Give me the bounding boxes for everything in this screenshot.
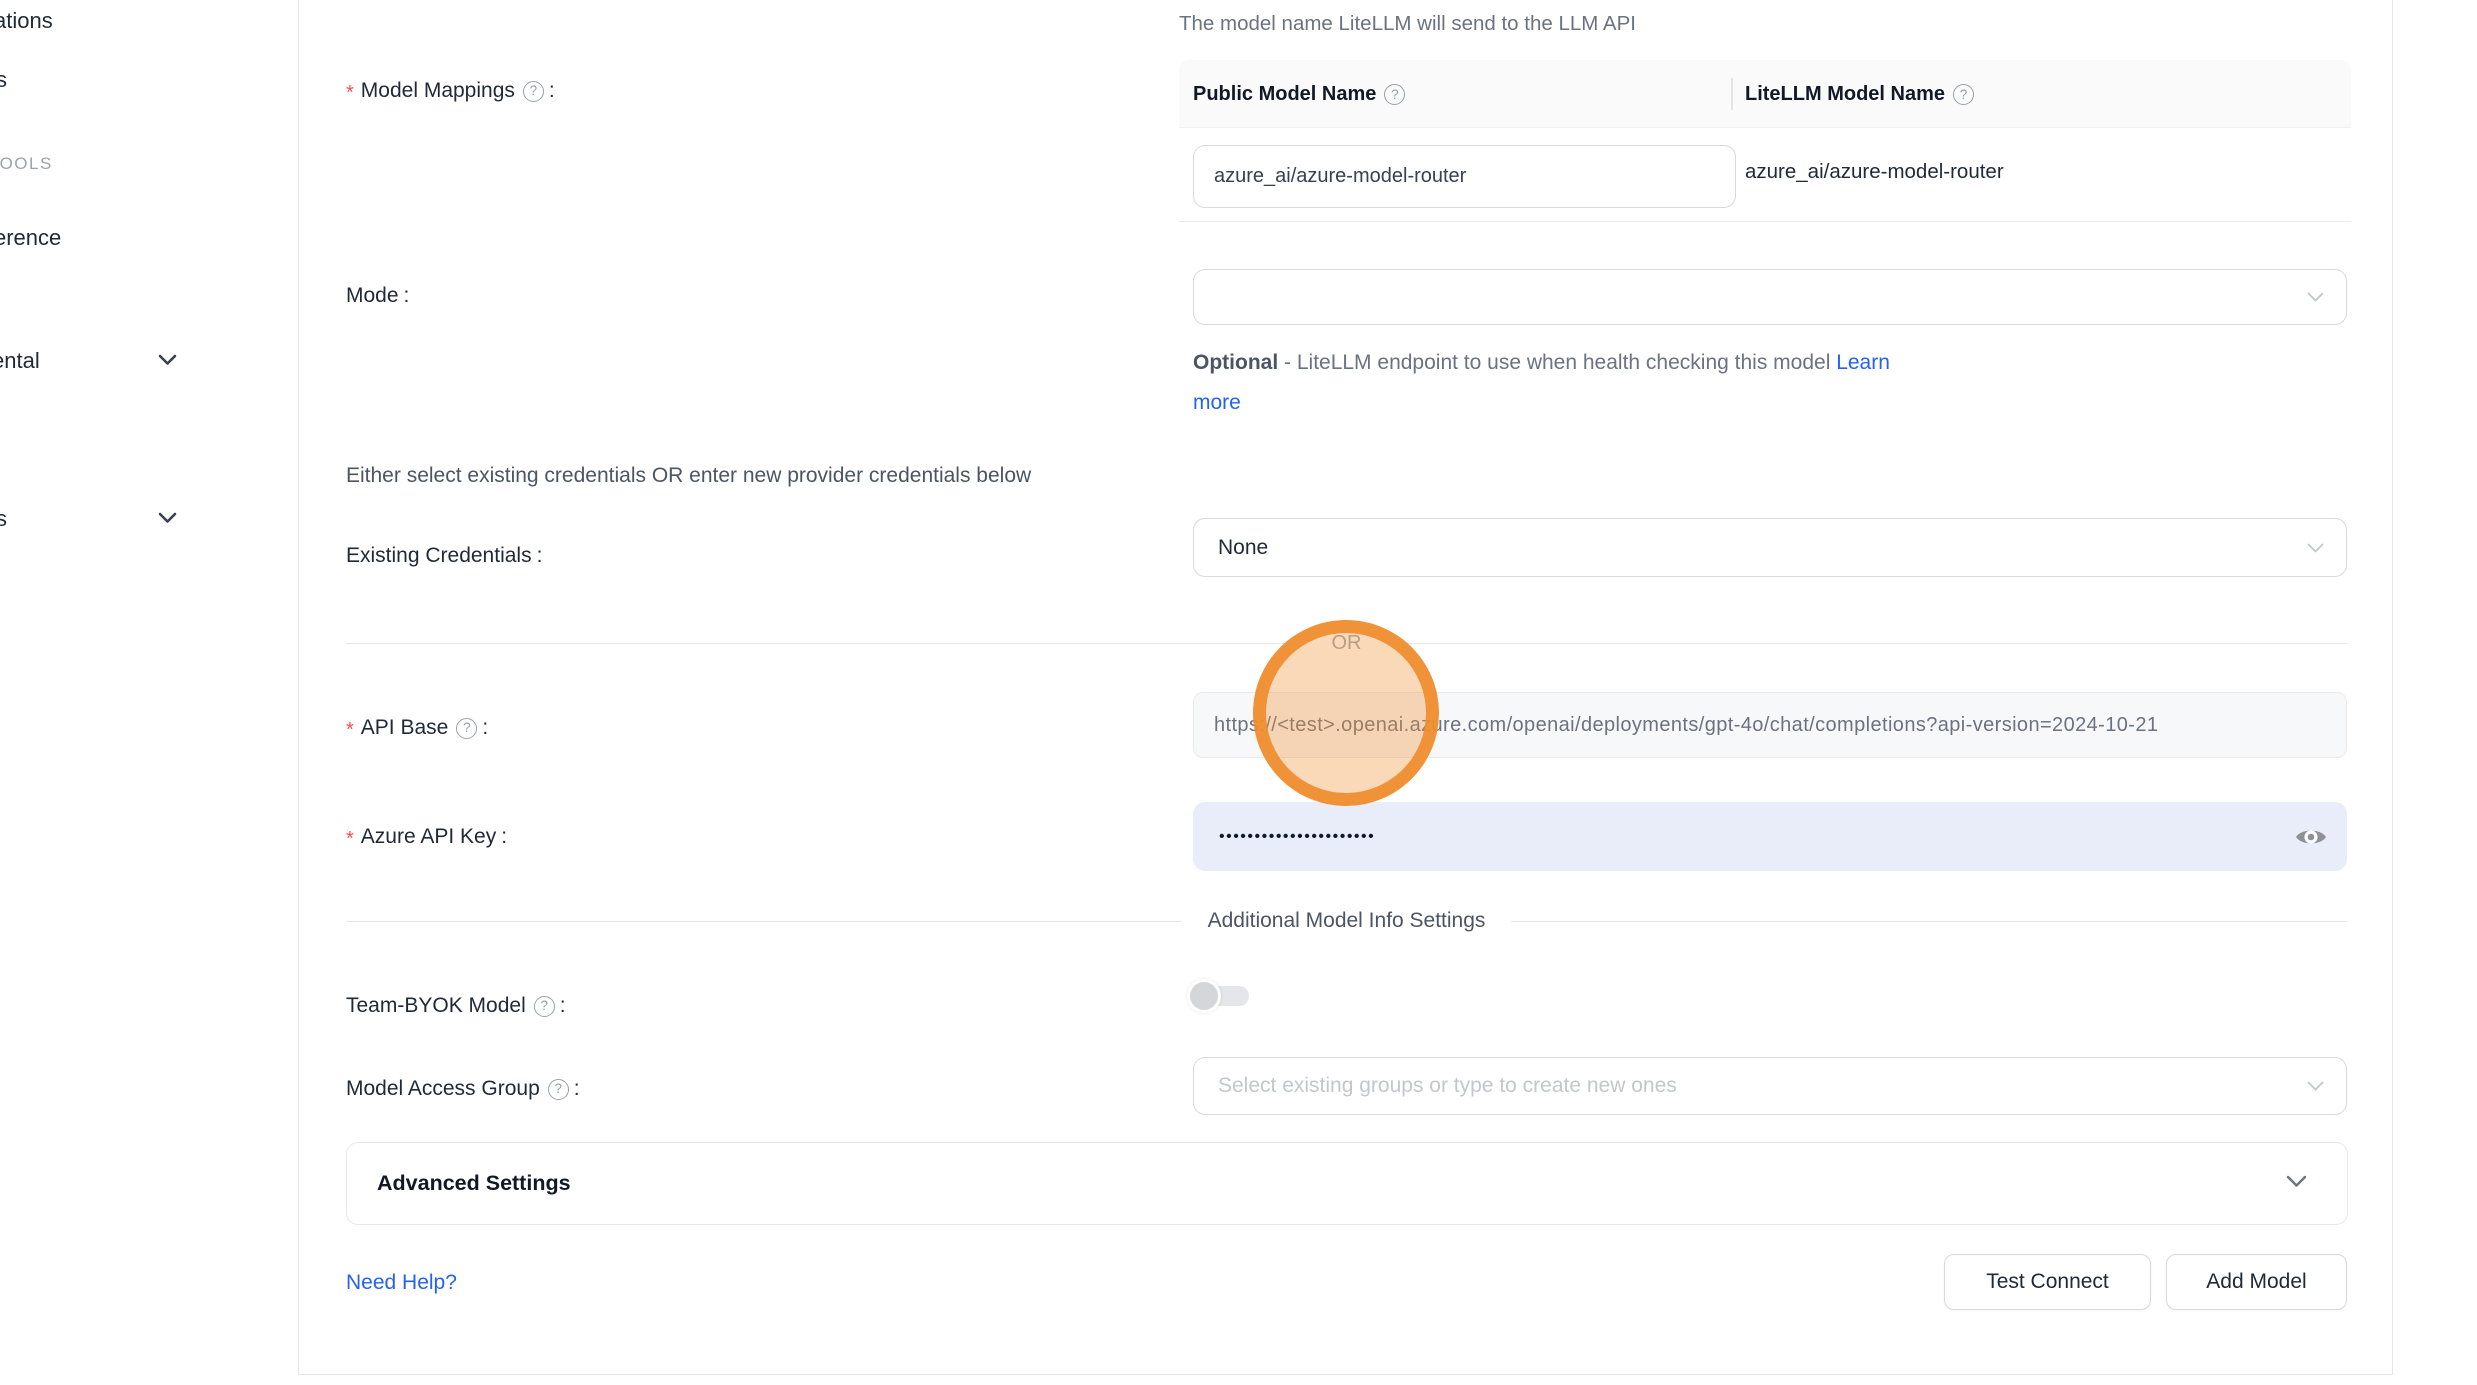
eye-icon[interactable] [2293, 824, 2329, 850]
label-colon: : [574, 1073, 580, 1105]
table-row: azure_ai/azure-model-router [1179, 128, 2351, 222]
advanced-settings-label: Advanced Settings [377, 1171, 571, 1196]
sidebar-item-experimental[interactable]: ental [0, 344, 40, 378]
api-base-value: https://<test>.openai.azure.com/openai/d… [1214, 714, 2158, 737]
select-placeholder: Select existing groups or type to create… [1218, 1074, 1677, 1098]
sidebar-item-label: ations [0, 8, 53, 33]
divider-line [346, 921, 1182, 922]
api-base-input[interactable]: https://<test>.openai.azure.com/openai/d… [1193, 692, 2347, 758]
learn-more-link[interactable]: Learn [1836, 351, 1890, 374]
mode-help-line2: more [1193, 388, 1241, 418]
header-text: LiteLLM Model Name [1745, 83, 1945, 106]
toggle-handle [1187, 979, 1221, 1013]
divider-line [346, 643, 1306, 644]
add-model-form: The model name LiteLLM will send to the … [298, 0, 2393, 1375]
label-text: Model Access Group [346, 1073, 540, 1105]
label-colon: : [482, 712, 488, 744]
model-access-group-label: Model Access Group ? : [346, 1073, 580, 1105]
chevron-down-icon [2307, 285, 2324, 309]
model-name-hint: The model name LiteLLM will send to the … [1179, 12, 1636, 36]
help-icon[interactable]: ? [456, 718, 477, 739]
or-divider: OR [346, 630, 2347, 656]
label-text: Model Mappings [361, 75, 515, 107]
divider-line [1511, 921, 2347, 922]
learn-more-link[interactable]: more [1193, 391, 1241, 414]
litellm-model-name-value: azure_ai/azure-model-router [1745, 160, 2004, 184]
help-text: - LiteLLM endpoint to use when health ch… [1284, 351, 1830, 374]
add-model-button[interactable]: Add Model [2166, 1254, 2347, 1310]
divider-text: Additional Model Info Settings [1182, 909, 1512, 933]
divider-line [1388, 643, 2348, 644]
chevron-down-icon [2307, 1074, 2324, 1098]
advanced-settings-panel[interactable]: Advanced Settings [346, 1142, 2348, 1225]
chevron-down-icon [2286, 1175, 2307, 1193]
help-icon[interactable]: ? [1953, 84, 1974, 105]
sidebar-item-settings[interactable]: s [0, 502, 7, 536]
or-text: OR [1306, 632, 1388, 655]
button-label: Add Model [2206, 1270, 2306, 1294]
need-help-link[interactable]: Need Help? [346, 1268, 457, 1298]
sidebar-section-tools: TOOLS [0, 151, 53, 177]
label-colon: : [404, 280, 410, 312]
required-marker: * [346, 823, 354, 855]
label-text: Azure API Key [361, 821, 496, 853]
help-icon[interactable]: ? [548, 1079, 569, 1100]
chevron-down-icon [2307, 536, 2324, 560]
test-connect-button[interactable]: Test Connect [1944, 1254, 2151, 1310]
mode-help-line1: Optional - LiteLLM endpoint to use when … [1193, 348, 1890, 378]
model-access-group-select[interactable]: Select existing groups or type to create… [1193, 1057, 2347, 1115]
table-header-row: Public Model Name ? LiteLLM Model Name ? [1179, 60, 2351, 128]
required-marker: * [346, 714, 354, 746]
required-marker: * [346, 77, 354, 109]
existing-credentials-label: Existing Credentials : [346, 540, 542, 572]
optional-text: Optional [1193, 351, 1278, 374]
label-text: API Base [361, 712, 449, 744]
header-text: Public Model Name [1193, 83, 1376, 106]
sidebar-item-integrations[interactable]: ations [0, 4, 53, 38]
table-header-litellm-model: LiteLLM Model Name ? [1745, 60, 1974, 128]
label-colon: : [560, 990, 566, 1022]
mode-label: Mode : [346, 280, 409, 312]
public-model-name-input[interactable] [1193, 145, 1736, 208]
team-byok-label: Team-BYOK Model ? : [346, 990, 566, 1022]
chevron-down-icon [158, 353, 177, 371]
additional-settings-divider: Additional Model Info Settings [346, 908, 2347, 934]
help-icon[interactable]: ? [1384, 84, 1405, 105]
existing-credentials-select[interactable]: None [1193, 518, 2347, 577]
label-colon: : [501, 821, 507, 853]
sidebar-item-inference[interactable]: erence [0, 221, 61, 255]
azure-api-key-label: * Azure API Key : [346, 821, 507, 853]
label-text: Mode [346, 280, 399, 312]
chevron-down-icon [158, 511, 177, 529]
sidebar-item-models[interactable]: s [0, 63, 7, 97]
model-mappings-label: * Model Mappings ? : [346, 75, 555, 107]
help-icon[interactable]: ? [523, 81, 544, 102]
add-model-page: ations s TOOLS erence ental s The model … [0, 0, 2477, 1385]
label-colon: : [549, 75, 555, 107]
column-divider [1731, 78, 1733, 110]
credentials-instruction: Either select existing credentials OR en… [346, 464, 1031, 488]
api-base-label: * API Base ? : [346, 712, 488, 744]
azure-api-key-input[interactable] [1193, 802, 2347, 871]
select-value: None [1218, 536, 1268, 560]
sidebar: ations s TOOLS erence ental s [0, 0, 298, 1385]
label-text: Existing Credentials [346, 540, 532, 572]
sidebar-item-label: s [0, 506, 7, 531]
sidebar-section-label: TOOLS [0, 154, 53, 173]
button-label: Test Connect [1986, 1270, 2109, 1294]
team-byok-toggle[interactable] [1187, 979, 1249, 1013]
sidebar-item-label: erence [0, 225, 61, 250]
table-header-public-model: Public Model Name ? [1193, 60, 1405, 128]
sidebar-item-label: ental [0, 348, 40, 373]
label-colon: : [537, 540, 543, 572]
label-text: Team-BYOK Model [346, 990, 526, 1022]
mode-select[interactable] [1193, 269, 2347, 325]
help-icon[interactable]: ? [534, 996, 555, 1017]
sidebar-item-label: s [0, 67, 7, 92]
